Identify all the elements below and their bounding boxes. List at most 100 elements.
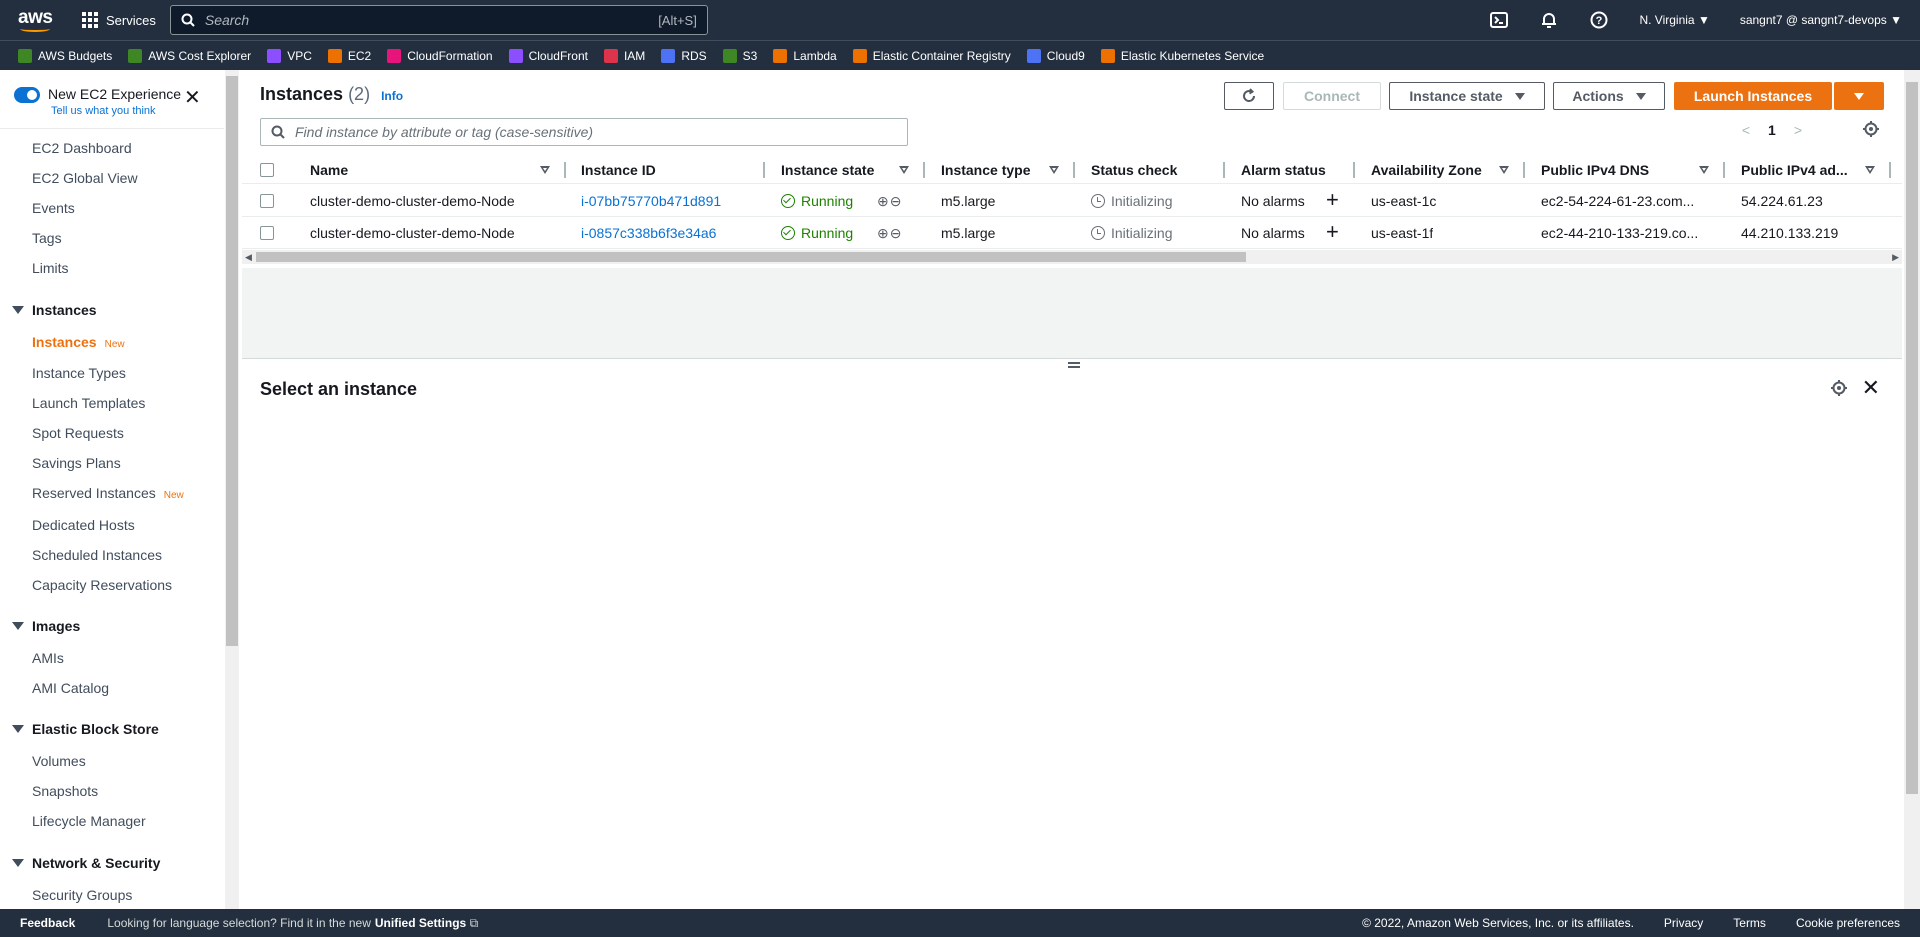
table-row[interactable]: cluster-demo-cluster-demo-Node i-0857c33… bbox=[242, 217, 1902, 249]
column-header-status-check[interactable]: Status check bbox=[1091, 162, 1177, 178]
column-header-instance-id[interactable]: Instance ID bbox=[581, 162, 656, 178]
sidebar-item-scheduled-instances[interactable]: Scheduled Instances bbox=[32, 547, 162, 563]
feedback-link[interactable]: Tell us what you think bbox=[51, 105, 156, 117]
sort-icon[interactable] bbox=[1499, 166, 1509, 174]
sidebar-item-dedicated-hosts[interactable]: Dedicated Hosts bbox=[32, 517, 135, 533]
sidebar-item-tags[interactable]: Tags bbox=[32, 230, 62, 246]
zoom-in-out-icon[interactable]: ⊕⊖ bbox=[877, 225, 902, 242]
column-header-name[interactable]: Name bbox=[310, 162, 348, 178]
cloudshell-icon[interactable] bbox=[1489, 10, 1509, 30]
info-link[interactable]: Info bbox=[381, 89, 403, 103]
sidebar-item-instance-types[interactable]: Instance Types bbox=[32, 365, 126, 381]
scroll-right-arrow-icon[interactable]: ▶ bbox=[1892, 252, 1899, 263]
column-resizer[interactable] bbox=[1523, 162, 1525, 178]
instance-state-dropdown[interactable]: Instance state bbox=[1389, 82, 1545, 110]
table-settings-gear-icon[interactable] bbox=[1862, 120, 1880, 141]
add-alarm-plus-icon[interactable]: + bbox=[1326, 219, 1339, 245]
sidebar-section-elastic-block-store[interactable]: Elastic Block Store bbox=[12, 721, 159, 737]
favorite-elastic-kubernetes-service[interactable]: Elastic Kubernetes Service bbox=[1100, 48, 1264, 63]
column-resizer[interactable] bbox=[564, 162, 566, 178]
actions-dropdown[interactable]: Actions bbox=[1553, 82, 1665, 110]
column-header-public-ipv4-address[interactable]: Public IPv4 ad... bbox=[1741, 162, 1848, 178]
sidebar-item-limits[interactable]: Limits bbox=[32, 260, 69, 276]
favorite-vpc[interactable]: VPC bbox=[267, 48, 312, 63]
help-icon[interactable]: ? bbox=[1589, 10, 1609, 30]
detail-settings-gear-icon[interactable] bbox=[1830, 379, 1848, 400]
close-icon[interactable]: ✕ bbox=[1862, 375, 1880, 401]
account-menu[interactable]: sangnt7 @ sangnt7-devops ▼ bbox=[1740, 13, 1902, 27]
column-resizer[interactable] bbox=[1723, 162, 1725, 178]
column-header-instance-state[interactable]: Instance state bbox=[781, 162, 874, 178]
sidebar-item-savings-plans[interactable]: Savings Plans bbox=[32, 455, 121, 471]
favorite-iam[interactable]: IAM bbox=[603, 48, 645, 63]
sidebar-item-events[interactable]: Events bbox=[32, 200, 75, 216]
feedback-link[interactable]: Feedback bbox=[20, 916, 75, 930]
table-row[interactable]: cluster-demo-cluster-demo-Node i-07bb757… bbox=[242, 185, 1902, 217]
column-header-public-ipv4-dns[interactable]: Public IPv4 DNS bbox=[1541, 162, 1649, 178]
notifications-bell-icon[interactable] bbox=[1539, 10, 1559, 30]
favorite-aws-cost-explorer[interactable]: AWS Cost Explorer bbox=[128, 48, 251, 63]
scroll-left-arrow-icon[interactable]: ◀ bbox=[245, 252, 252, 263]
search-input[interactable]: Search [Alt+S] bbox=[169, 5, 708, 35]
sort-icon[interactable] bbox=[899, 166, 909, 174]
sidebar-section-instances[interactable]: Instances bbox=[12, 302, 97, 318]
favorite-cloud9[interactable]: Cloud9 bbox=[1026, 48, 1085, 63]
scrollbar-thumb[interactable] bbox=[226, 76, 238, 646]
column-header-instance-type[interactable]: Instance type bbox=[941, 162, 1030, 178]
sort-icon[interactable] bbox=[1699, 166, 1709, 174]
favorite-elastic-container-registry[interactable]: Elastic Container Registry bbox=[852, 48, 1011, 63]
split-panel-resize-handle[interactable] bbox=[1068, 362, 1080, 368]
aws-logo[interactable]: aws bbox=[18, 5, 66, 35]
row-checkbox[interactable] bbox=[260, 194, 274, 208]
column-resizer[interactable] bbox=[763, 162, 765, 178]
sidebar-item-amis[interactable]: AMIs bbox=[32, 650, 64, 666]
column-header-alarm-status[interactable]: Alarm status bbox=[1241, 162, 1326, 178]
new-experience-toggle[interactable] bbox=[14, 87, 40, 103]
sidebar-item-ami-catalog[interactable]: AMI Catalog bbox=[32, 680, 109, 696]
scrollbar-thumb[interactable] bbox=[256, 252, 1246, 262]
cell-instance-id-link[interactable]: i-07bb75770b471d891 bbox=[581, 193, 721, 209]
column-resizer[interactable] bbox=[1889, 162, 1891, 178]
launch-instances-dropdown[interactable] bbox=[1834, 82, 1884, 110]
region-selector[interactable]: N. Virginia ▼ bbox=[1639, 13, 1709, 27]
cell-instance-id-link[interactable]: i-0857c338b6f3e34a6 bbox=[581, 225, 716, 241]
column-resizer[interactable] bbox=[1073, 162, 1075, 178]
sort-icon[interactable] bbox=[1865, 166, 1875, 174]
favorite-cloudfront[interactable]: CloudFront bbox=[508, 48, 588, 63]
add-alarm-plus-icon[interactable]: + bbox=[1326, 187, 1339, 213]
current-page[interactable]: 1 bbox=[1768, 122, 1776, 138]
favorite-s3[interactable]: S3 bbox=[722, 48, 757, 63]
sidebar-item-spot-requests[interactable]: Spot Requests bbox=[32, 425, 124, 441]
favorite-aws-budgets[interactable]: AWS Budgets bbox=[18, 48, 112, 63]
sidebar-item-snapshots[interactable]: Snapshots bbox=[32, 783, 98, 799]
sort-icon[interactable] bbox=[1049, 166, 1059, 174]
column-resizer[interactable] bbox=[923, 162, 925, 178]
sidebar-item-lifecycle-manager[interactable]: Lifecycle Manager bbox=[32, 813, 146, 829]
close-icon[interactable]: ✕ bbox=[184, 88, 201, 108]
column-header-availability-zone[interactable]: Availability Zone bbox=[1371, 162, 1482, 178]
sidebar-item-security-groups[interactable]: Security Groups bbox=[32, 887, 132, 903]
sidebar-item-capacity-reservations[interactable]: Capacity Reservations bbox=[32, 577, 172, 593]
sidebar-item-instances[interactable]: Instances New bbox=[32, 334, 125, 350]
sidebar-item-reserved-instances[interactable]: Reserved Instances New bbox=[32, 485, 184, 501]
favorite-cloudformation[interactable]: CloudFormation bbox=[387, 48, 493, 63]
zoom-in-out-icon[interactable]: ⊕⊖ bbox=[877, 193, 902, 210]
prev-page-icon[interactable]: < bbox=[1742, 122, 1750, 138]
sidebar-section-network-security[interactable]: Network & Security bbox=[12, 855, 160, 871]
sidebar-scrollbar[interactable] bbox=[225, 70, 239, 909]
favorite-ec2[interactable]: EC2 bbox=[327, 48, 371, 63]
column-resizer[interactable] bbox=[1223, 162, 1225, 178]
sidebar-item-ec2-global-view[interactable]: EC2 Global View bbox=[32, 170, 138, 186]
terms-link[interactable]: Terms bbox=[1733, 916, 1766, 930]
cookie-preferences-link[interactable]: Cookie preferences bbox=[1796, 916, 1900, 930]
sidebar-item-volumes[interactable]: Volumes bbox=[32, 753, 86, 769]
favorite-rds[interactable]: RDS bbox=[661, 48, 707, 63]
table-horizontal-scrollbar[interactable]: ◀ ▶ bbox=[242, 250, 1902, 264]
sidebar-section-images[interactable]: Images bbox=[12, 618, 80, 634]
column-resizer[interactable] bbox=[1353, 162, 1355, 178]
launch-instances-button[interactable]: Launch Instances bbox=[1674, 82, 1832, 110]
sidebar-item-ec2-dashboard[interactable]: EC2 Dashboard bbox=[32, 140, 132, 156]
scrollbar-thumb[interactable] bbox=[1906, 82, 1918, 794]
privacy-link[interactable]: Privacy bbox=[1664, 916, 1703, 930]
sort-icon[interactable] bbox=[540, 166, 550, 174]
